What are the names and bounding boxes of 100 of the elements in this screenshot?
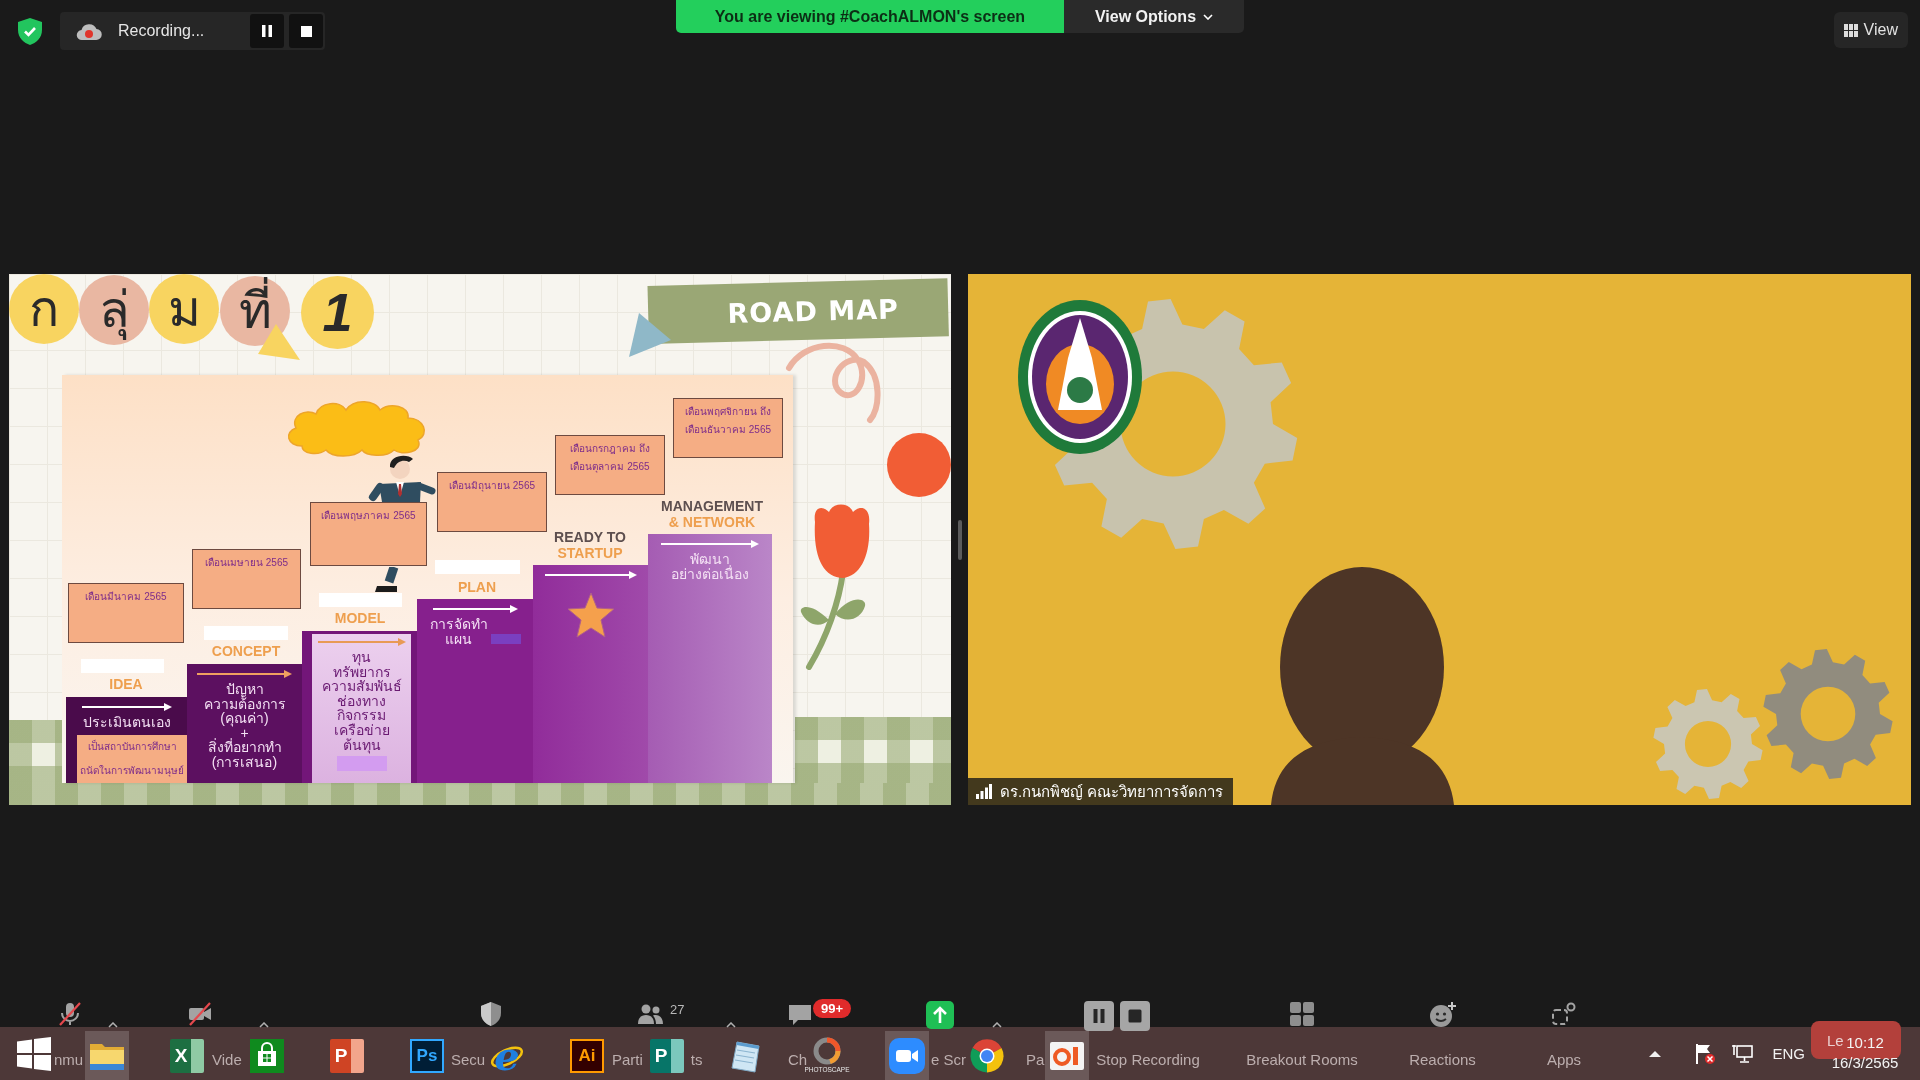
title-letter: ลุ่ [79,275,149,345]
stage-label: & NETWORK [667,514,757,530]
caret-icon[interactable] [259,1022,269,1028]
caret-icon[interactable] [1648,1049,1663,1058]
caret-icon[interactable] [108,1022,118,1028]
stage-heading: MANAGEMENT [660,498,764,514]
title-letter: ก [9,274,79,344]
toolbar-label[interactable]: Secu [451,1051,486,1069]
arrow-icon [317,638,406,646]
month-card: เดือนกรกฎาคม ถึง เดือนตุลาคม 2565 [555,435,665,495]
step-text: ประเมินตนเอง [82,715,171,730]
toolbar-label[interactable]: Apps [1546,1051,1582,1069]
triangle-decoration [628,312,672,358]
recording-label: Recording... [118,22,205,40]
title-letter: ม [149,274,219,344]
step-text: การจัดทำ แผน [429,617,488,647]
road-map-banner: ROAD MAP [647,278,949,344]
emblem-icon [1016,298,1144,456]
app-logo: X [170,1038,204,1073]
toolbar-label[interactable]: Stop Recording [1096,1051,1200,1069]
shield-check-icon[interactable] [18,17,42,45]
shield-icon[interactable] [479,1001,503,1027]
taskbar-button[interactable]: Ai [565,1031,609,1080]
stage-label: CONCEPT [210,643,282,659]
muted-microphone-icon[interactable] [57,1001,83,1027]
step-text: ปัญหา ความต้องการ (คุณค่า) + สิ่งที่อยากทำ (การเสนอ) [203,682,286,770]
toolbar-label[interactable]: nmu [54,1051,84,1069]
taskbar-button[interactable]: Ps [405,1031,449,1080]
taskbar-button[interactable] [85,1031,129,1080]
app-logo: Ai [570,1038,604,1073]
cloud-icon [76,21,102,41]
windows-logo-icon [16,1036,51,1071]
pause-icon[interactable] [1084,1001,1114,1031]
month-card: เดือนพฤศจิกายน ถึง เดือนธันวาคม 2565 [673,398,783,458]
step-text: ทุน ทรัพยากร ความสัมพันธ์ ช่องทาง กิจกรรม เครือข่าย ต้นทุน [321,650,402,753]
smiley-plus-icon[interactable] [1428,1001,1457,1029]
pause-button[interactable] [250,14,284,48]
app-logo: P [650,1038,684,1073]
title-letter: 1 [301,276,374,349]
screen-share-banner: You are viewing #CoachALMON's screen [676,0,1064,33]
segmented-circle-icon [969,1037,1005,1074]
title-letter: ที่ [220,276,290,346]
arrow-icon [661,540,759,548]
video-off-icon[interactable] [187,1001,213,1027]
apps-icon[interactable] [1551,1001,1577,1027]
stop-icon[interactable] [1120,1001,1150,1031]
caret-icon[interactable] [992,1022,1002,1028]
app-logo: P [330,1038,364,1073]
signal-bars-icon [976,784,992,799]
flag-icon[interactable] [1694,1042,1717,1065]
clock-time[interactable]: 10:12 [1846,1033,1884,1053]
video-camera-icon [889,1037,925,1074]
toolbar-label[interactable]: Vide [212,1051,242,1069]
gear-icon [1653,689,1763,799]
month-card: เดือนมีนาคม 2565 [68,583,184,643]
participant-count: 27 [670,1003,685,1017]
pause-icon [262,25,272,37]
stop-icon [300,25,312,37]
stage-label: IDEA [108,676,144,692]
toolbar-label[interactable]: ts [690,1051,703,1069]
dot-decoration [887,433,951,497]
gear-icon [1763,649,1893,779]
count-badge: 99+ [813,999,852,1018]
view-options-button[interactable]: View Options [1064,0,1244,33]
stop-button[interactable] [289,14,323,48]
arrow-icon [81,703,172,711]
participant-name: ดร.กนกพิชญ์ คณะวิทยาการจัดการ [1000,781,1224,802]
toolbar-label[interactable]: e Scr [931,1051,966,1069]
month-card: เดือนมิถุนายน 2565 [437,472,547,532]
toolbar-label[interactable]: Reactions [1409,1051,1476,1069]
month-card: เดือนเมษายน 2565 [192,549,301,609]
toolbar-label[interactable]: Pa [1026,1051,1045,1069]
stage-heading: READY TO [553,529,627,545]
arrow-icon [544,571,637,579]
sticky-note: เป็นสถาบันการศึกษา ถนัดในการพัฒนามนุษย์ [77,735,187,783]
shopping-bag-icon [250,1038,284,1073]
view-button[interactable]: View [1833,12,1908,48]
grid-icon[interactable] [1289,1001,1315,1027]
step-text: พัฒนา อย่างต่อเนื่อง [671,552,749,582]
taskbar-button[interactable] [1045,1031,1089,1080]
toolbar-label[interactable]: Parti [612,1051,643,1069]
language-indicator[interactable]: ENG [1772,1045,1805,1062]
leg-drawing [373,567,399,594]
stage-label: STARTUP [556,545,624,561]
resize-handle[interactable] [957,519,962,560]
arrow-icon [197,670,292,678]
chevron-down-icon [1203,13,1214,20]
grid-icon [1843,23,1858,37]
arrow-icon [432,605,518,613]
taskbar-button[interactable]: X [165,1031,209,1080]
taskbar-button[interactable] [885,1031,929,1080]
caret-icon[interactable] [726,1022,736,1028]
taskbar-button[interactable]: P [645,1031,689,1080]
month-card: เดือนพฤษภาคม 2565 [310,502,427,566]
taskbar-button[interactable]: P [325,1031,369,1080]
network-icon[interactable] [1731,1042,1754,1065]
star-icon [565,591,616,639]
app-logo: Ps [410,1038,444,1073]
toolbar-label[interactable]: Breakout Rooms [1246,1051,1358,1069]
stage-label: PLAN [456,579,498,595]
